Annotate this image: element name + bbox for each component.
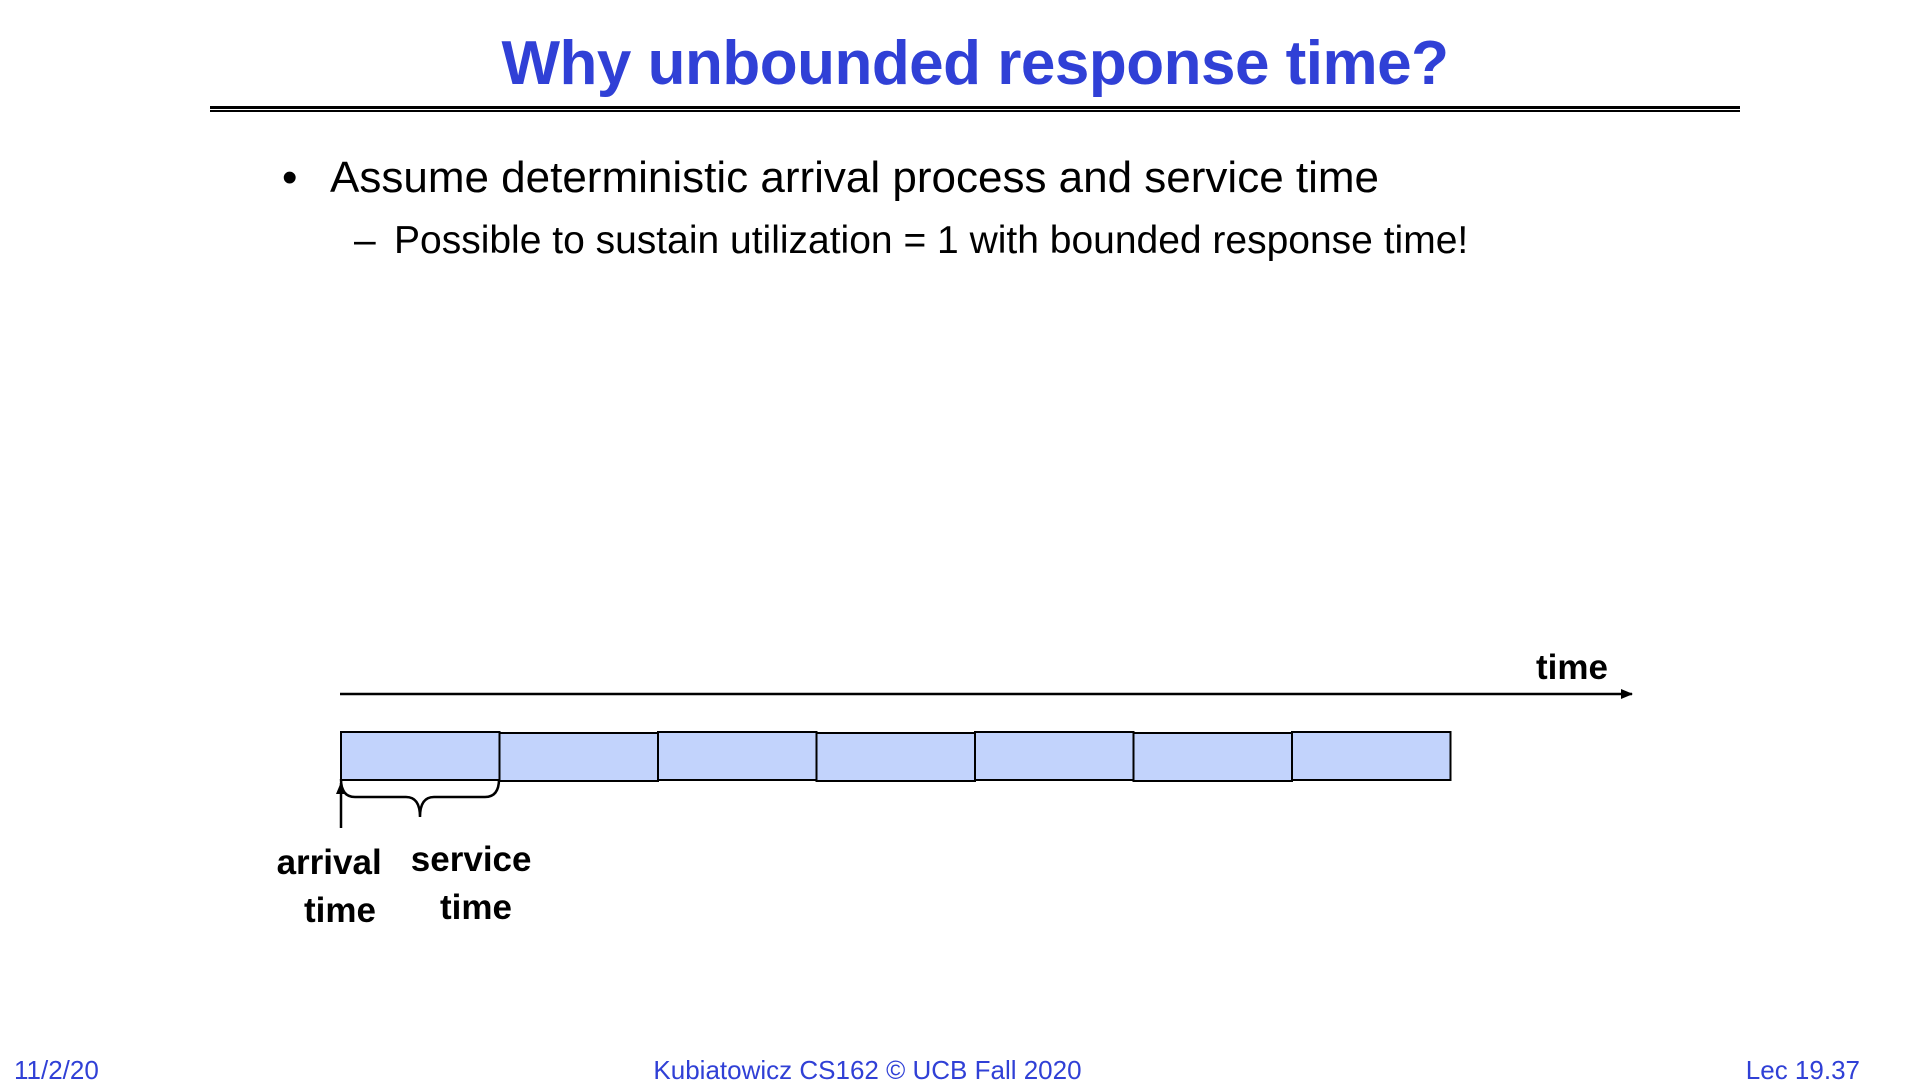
service-box xyxy=(1291,731,1452,781)
arrival-label-line: arrival xyxy=(277,843,382,882)
service-time-brace xyxy=(339,778,501,818)
service-box xyxy=(340,731,501,781)
service-box xyxy=(974,731,1135,781)
arrival-label-line: time xyxy=(304,891,376,930)
service-time-label: service time xyxy=(411,840,541,927)
service-box xyxy=(657,731,818,781)
footer-lecture-number: Lec 19.37 xyxy=(1745,1055,1860,1085)
arrival-time-label: arrival time xyxy=(277,843,392,930)
service-label-line: time xyxy=(440,888,512,927)
time-axis-label: time xyxy=(1536,648,1608,687)
timeline-diagram: time arrival time service time xyxy=(277,648,1633,930)
service-box xyxy=(815,732,976,782)
service-boxes xyxy=(340,731,1452,782)
service-label-line: service xyxy=(411,840,532,879)
footer-course: Kubiatowicz CS162 © UCB Fall 2020 xyxy=(653,1055,1082,1085)
service-box xyxy=(1132,732,1293,782)
service-box xyxy=(498,732,659,782)
